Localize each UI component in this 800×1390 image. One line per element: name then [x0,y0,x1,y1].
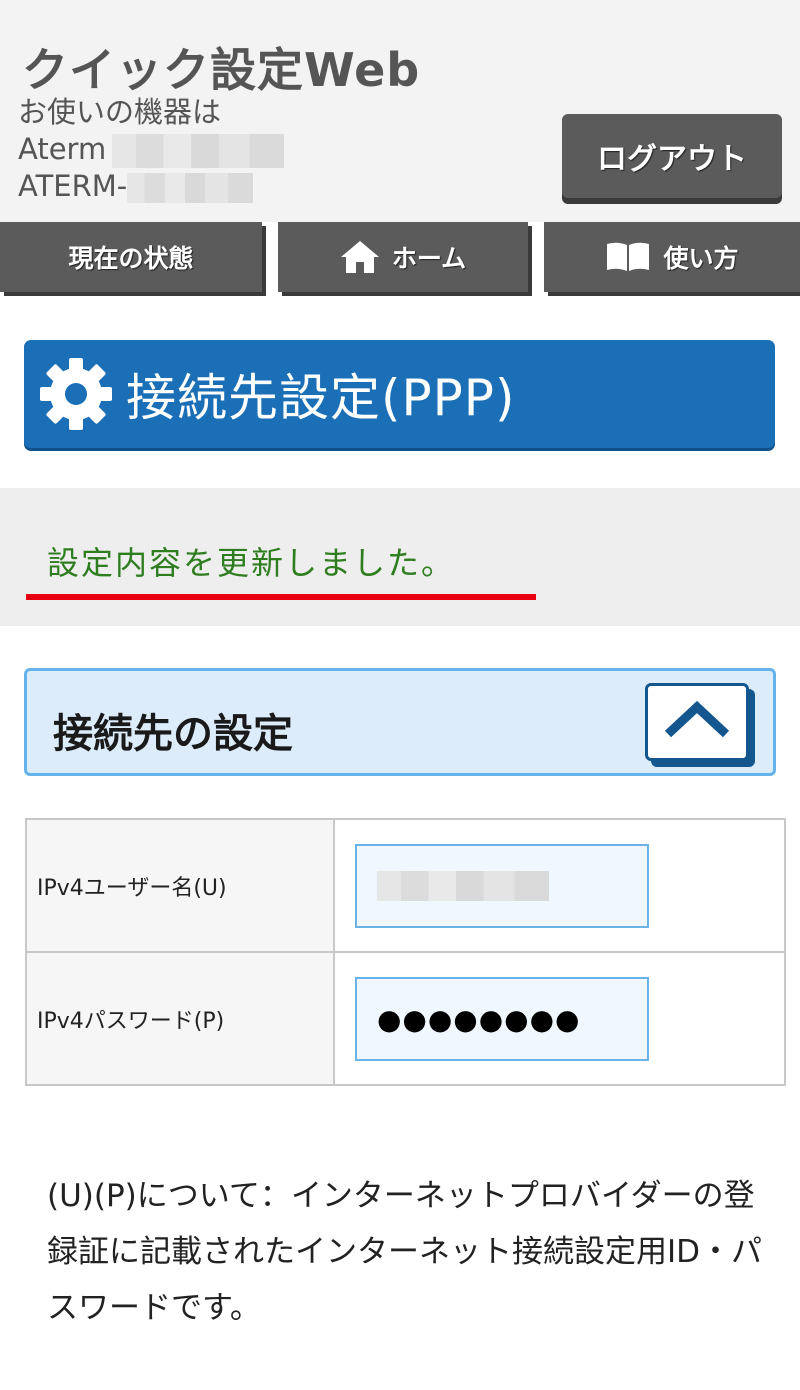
footnote: (U)(P)について：インターネットプロバイダーの登録証に記載されたインターネッ… [47,1178,763,1326]
page-title-bar: 接続先設定(PPP) [24,340,775,448]
username-input[interactable] [355,844,649,928]
username-cell [333,818,786,953]
password-input[interactable]: ●●●●●●●● [355,977,649,1061]
model-line: Aterm [18,131,285,168]
status-underline [26,594,536,600]
redacted-username [377,871,549,901]
nav-home-label: ホーム [391,244,467,273]
device-info: お使いの機器は Aterm ATERM- [18,94,285,205]
password-value: ●●●●●●●● [377,1002,581,1036]
app-title: クイック設定Web [22,43,421,97]
collapse-button[interactable] [645,683,749,761]
page-title: 接続先設定(PPP) [126,369,516,427]
nav-status-button[interactable]: 現在の状態 [0,222,262,292]
status-message: 設定内容を更新しました。 [47,544,456,582]
home-icon [340,240,380,274]
table-row: IPv4ユーザー名(U) [25,818,786,953]
model-prefix: Aterm [18,132,107,166]
ssid-prefix: ATERM- [18,169,128,203]
password-cell: ●●●●●●●● [333,951,786,1086]
ssid-line: ATERM- [18,168,284,205]
nav-help-button[interactable]: 使い方 [544,222,800,292]
redacted-ssid [127,173,254,203]
nav-home-button[interactable]: ホーム [278,222,528,292]
nav-help-label: 使い方 [663,244,739,273]
table-row: IPv4パスワード(P) ●●●●●●●● [25,951,786,1086]
logout-button[interactable]: ログアウト [562,114,782,198]
section-header[interactable]: 接続先の設定 [24,668,776,776]
password-label: IPv4パスワード(P) [25,951,335,1086]
settings-table: IPv4ユーザー名(U) IPv4パスワード(P) ●●●●●●●● [25,818,786,1086]
nav-bar: 現在の状態 ホーム 使い方 [0,222,800,298]
section-title: 接続先の設定 [53,711,293,757]
chevron-up-icon [662,700,732,744]
device-prefix: お使いの機器は [18,95,222,129]
book-icon [605,241,651,273]
nav-status-label: 現在の状態 [68,244,194,273]
header: クイック設定Web お使いの機器は Aterm ATERM- ログアウト [0,0,800,222]
redacted-model [112,134,285,168]
gear-icon [38,356,114,432]
username-label: IPv4ユーザー名(U) [25,818,335,953]
